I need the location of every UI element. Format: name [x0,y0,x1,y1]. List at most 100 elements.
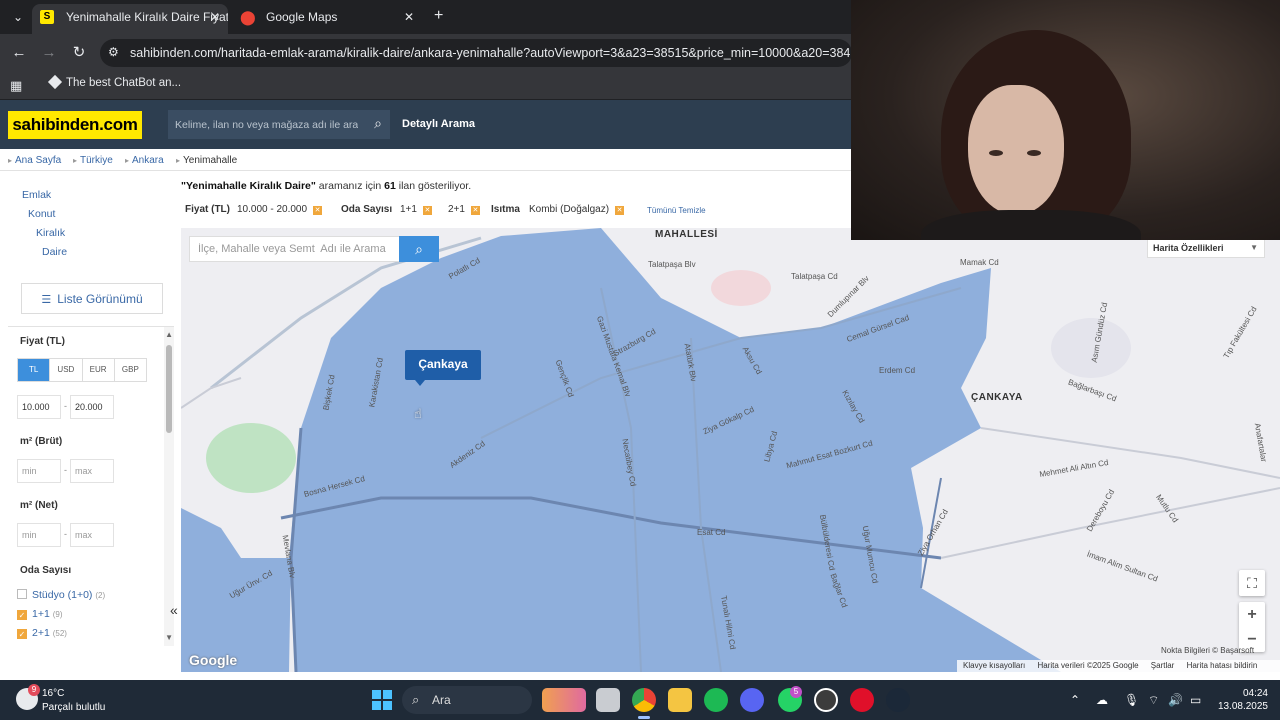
chip-room-2-1[interactable]: 2+1 ✕ [448,204,480,215]
room-count: (52) [52,629,67,638]
url-text[interactable]: sahibinden.com/haritada-emlak-arama/kira… [130,46,850,60]
room-option-2-1[interactable]: ✓ 2+1 (52) [17,627,67,639]
m2-brut-min-input[interactable] [17,459,61,483]
zoom-in-button[interactable]: + [1239,602,1265,627]
clear-all-filters-link[interactable]: Tümünü Temizle [647,206,706,215]
category-kiralik[interactable]: Kiralık [36,227,65,239]
scroll-down-icon[interactable]: ▼ [165,633,173,642]
chip-price[interactable]: 10.000 - 20.000 ✕ [237,204,323,215]
map-district-label: ÇANKAYA [971,392,1023,403]
new-tab-plus-icon[interactable]: + [434,7,443,25]
battery-icon[interactable]: ▭ [1190,693,1201,707]
webcam-person-face [968,85,1064,215]
breadcrumb-home[interactable]: Ana Sayfa [8,155,61,166]
currency-tl[interactable]: TL [18,359,51,381]
category-emlak[interactable]: Emlak [22,189,51,201]
onedrive-cloud-icon[interactable]: ☁ [1096,693,1108,707]
remove-chip-icon[interactable]: ✕ [470,206,480,215]
chip-room-1-1[interactable]: 1+1 ✕ [400,204,432,215]
fullscreen-icon[interactable]: ⛶ [1239,570,1265,596]
clock-date: 13.08.2025 [1217,701,1268,712]
steam-icon[interactable] [886,688,910,712]
result-summary: "Yenimahalle Kiralık Daire" aramanız içi… [181,180,471,192]
room-option-1-1[interactable]: ✓ 1+1 (9) [17,608,63,620]
discord-icon[interactable] [740,688,764,712]
chatgpt-icon[interactable] [814,688,838,712]
tab-search-chevron-icon[interactable]: ⌄ [8,8,28,26]
map-data-text: Harita verileri ©2025 Google [1037,661,1139,670]
windows-start-icon[interactable] [372,690,392,710]
collapse-sidebar-icon[interactable]: « [170,602,186,626]
breadcrumb-turkiye[interactable]: Türkiye [73,155,113,166]
currency-usd[interactable]: USD [50,359,83,381]
reload-icon[interactable]: ↻ [68,42,90,64]
close-tab-icon[interactable]: ✕ [404,4,414,30]
room-option-studio[interactable]: Stüdyo (1+0) (2) [17,589,105,601]
remove-chip-icon[interactable]: ✕ [313,206,323,215]
address-bar[interactable]: ⚙ sahibinden.com/haritada-emlak-arama/ki… [100,39,852,67]
chatbot-diamond-icon [47,74,63,90]
m2-net-max-input[interactable] [70,523,114,547]
region-marker-cankaya[interactable]: Çankaya [405,350,481,386]
street-label: Talatpaşa Cd [791,272,838,281]
task-view-icon[interactable] [596,688,620,712]
map-features-dropdown[interactable]: Harita Özellikleri ▼ [1147,238,1265,258]
close-tab-icon[interactable]: ✕ [210,4,220,30]
chrome-icon[interactable] [632,688,656,712]
chip-value: 2+1 [448,204,465,215]
back-arrow-icon[interactable]: ← [8,42,30,64]
currency-eur[interactable]: EUR [83,359,115,381]
volume-icon[interactable]: 🔊 [1168,693,1183,707]
taskbar-search[interactable]: ⌕ Ara [402,686,532,714]
site-logo[interactable]: sahibinden.com [8,111,142,139]
checkbox[interactable] [17,589,27,599]
currency-selector: TL USD EUR GBP [17,358,147,382]
search-icon[interactable]: ⌕ [374,115,382,132]
apps-grid-icon[interactable]: ▦ [10,78,22,94]
tray-chevron-up-icon[interactable]: ⌃ [1070,693,1080,707]
remove-chip-icon[interactable]: ✕ [422,206,432,215]
result-query: "Yenimahalle Kiralık Daire" [181,180,316,192]
m2-brut-max-input[interactable] [70,459,114,483]
bookmark-chatbot[interactable]: The best ChatBot an... [47,74,181,90]
chip-heating[interactable]: Kombi (Doğalgaz) ✕ [529,204,625,215]
map-search-input[interactable] [190,237,400,261]
site-search-input[interactable] [168,110,358,139]
taskbar-clock[interactable]: 04:24 13.08.2025 [1212,687,1268,713]
tab-title: Yenimahalle Kiralık Daire Fiyatları [66,10,228,24]
forward-arrow-icon[interactable]: → [38,42,60,64]
breadcrumb-ankara[interactable]: Ankara [125,155,164,166]
price-min-input[interactable] [17,395,61,419]
category-konut[interactable]: Konut [28,208,55,220]
spotify-icon[interactable] [704,688,728,712]
remove-chip-icon[interactable]: ✕ [615,206,625,215]
wifi-icon[interactable]: ⌔ [1148,693,1159,708]
checkbox-checked[interactable]: ✓ [17,629,27,639]
range-dash: - [64,529,67,539]
keyboard-shortcuts-link[interactable]: Klavye kısayolları [963,661,1025,670]
detailed-search-link[interactable]: Detaylı Arama [402,118,475,130]
map-search-button[interactable]: ⌕ [399,236,439,262]
map-canvas[interactable] [181,228,1280,672]
list-view-button[interactable]: ☰ Liste Görünümü [21,283,163,314]
price-max-input[interactable] [70,395,114,419]
map-view[interactable]: ⌕ Çankaya ☝ MAHALLESİ ÇANKAYA Polatlı Cd… [181,228,1280,672]
microphone-icon[interactable]: 🎙 [1124,693,1139,707]
opera-icon[interactable] [850,688,874,712]
report-map-error-link[interactable]: Harita hatası bildirin [1187,661,1258,670]
taskbar-widget-art[interactable] [542,688,586,712]
scroll-thumb[interactable] [166,345,172,433]
site-info-icon[interactable]: ⚙ [108,45,119,59]
left-sidebar: Emlak Konut Kiralık Daire ☰ Liste Görünüm… [8,180,174,646]
checkbox-checked[interactable]: ✓ [17,610,27,620]
terms-link[interactable]: Şartlar [1151,661,1175,670]
tab-sahibinden[interactable]: S Yenimahalle Kiralık Daire Fiyatları ✕ [32,4,228,34]
m2-net-min-input[interactable] [17,523,61,547]
category-daire[interactable]: Daire [42,246,67,258]
scroll-up-icon[interactable]: ▲ [165,330,173,339]
currency-gbp[interactable]: GBP [115,359,146,381]
active-app-indicator [638,716,650,719]
tab-google-maps[interactable]: ⬤ Google Maps ✕ [232,4,422,34]
file-explorer-icon[interactable] [668,688,692,712]
filter-scrollbar[interactable]: ▲ ▼ [164,327,174,646]
